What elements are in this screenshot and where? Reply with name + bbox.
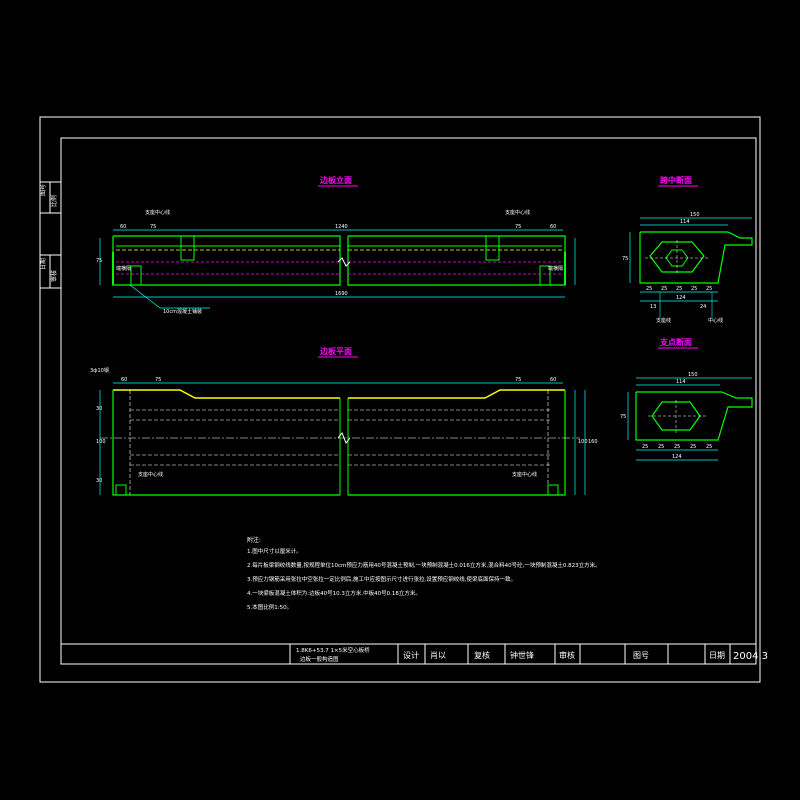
side-label-top-b: 比例: [50, 195, 58, 207]
review-label: 复核: [474, 650, 490, 660]
mid-label-a: 支座线: [656, 317, 671, 324]
title-project: 1.8K6+53.7 1×5米空心板桥: [296, 646, 370, 654]
elev-dim-5: 60: [550, 224, 556, 230]
note-line-3: 3.预应力钢筋采用张拉中空张拉一定比例后,施工中应按图示尺寸进行张拉,设置预应钢…: [247, 575, 516, 583]
plan-dim-left-3: 30: [96, 478, 102, 484]
plan-dim-1: 60: [121, 377, 127, 383]
elevation-title: 边板立面: [319, 175, 352, 185]
side-label-bot-a: 日期: [39, 258, 47, 270]
review-signature: 钟世锋: [510, 650, 534, 660]
sup-dim-b3: 25: [674, 444, 680, 450]
plan-dim-left-1: 30: [96, 406, 102, 412]
mid-section-view: 跨中断面 150 114 75 25 25 25 25 25 124 13 24…: [622, 175, 753, 324]
mid-dim-b4: 25: [691, 286, 697, 292]
elev-dim-3: 1240: [335, 224, 348, 230]
note-line-1: 1.图中尺寸以厘米计。: [247, 547, 302, 555]
sup-dim-top: 150: [688, 372, 698, 378]
design-label: 设计: [403, 650, 419, 660]
note-line-5: 5.本图比例1:50。: [247, 603, 292, 611]
elev-dim-4: 75: [515, 224, 521, 230]
sup-dim-b4: 25: [690, 444, 696, 450]
support-section-title: 支点断面: [659, 337, 692, 347]
mid-dim-b2: 25: [661, 286, 667, 292]
side-label-bot-b: 审核: [50, 270, 58, 282]
mid-dim-b3: 25: [676, 286, 682, 292]
date-label: 日期: [709, 651, 725, 660]
dwg-no-label: 图号: [633, 651, 649, 660]
elev-dim-height: 75: [96, 258, 102, 264]
inner-frame: [60, 137, 757, 665]
note-line-2: 2.每片板梁钢绞线数量,按规程单位10cm预应力筋用40号混凝土预制,一块预制混…: [247, 561, 601, 569]
plan-dim-right-2: 160: [588, 439, 598, 445]
elev-leader-label: 10cm混凝土铺装: [163, 308, 202, 315]
mid-label-b: 中心线: [708, 317, 723, 324]
elev-dim-total: 1690: [335, 291, 348, 297]
drawing-sheet: 图号 比例 日期 审核 边板立面 60 75 1240 75 60 支座中心线 …: [39, 116, 768, 683]
plan-dim-3: 75: [515, 377, 521, 383]
elev-label-left-end: 端横隔: [116, 265, 131, 272]
mid-section-title: 跨中断面: [660, 175, 692, 185]
date-value: 2004.3: [733, 651, 768, 662]
sup-dim-left: 75: [620, 414, 626, 420]
left-side-block: 图号 比例 日期 审核: [39, 181, 61, 289]
sup-dim-inner: 114: [676, 379, 686, 385]
mid-dim-b5: 25: [706, 286, 712, 292]
elev-label-right-end: 端横隔: [548, 265, 563, 272]
support-section-view: 支点断面 150 114 75 25 25 25 25 25 124: [620, 337, 753, 461]
mid-dim-bottom-total: 124: [676, 295, 686, 301]
title-drawing: 边板一般构造图: [300, 655, 339, 663]
mid-dim-bottom-c: 24: [700, 304, 706, 310]
elevation-view: 边板立面 60 75 1240 75 60 支座中心线 支座中心线 端横隔 端横…: [96, 175, 576, 315]
plan-dim-2: 75: [155, 377, 161, 383]
plan-dim-4: 60: [550, 377, 556, 383]
sup-dim-b5: 25: [706, 444, 712, 450]
notes-block: 附注: 1.图中尺寸以厘米计。 2.每片板梁钢绞线数量,按规程单位10cm预应力…: [247, 536, 601, 611]
plan-label-support-left: 支座中心线: [138, 471, 163, 478]
notes-heading: 附注:: [247, 536, 261, 544]
mid-dim-top: 150: [690, 212, 700, 218]
mid-dim-b1: 25: [646, 286, 652, 292]
sup-dim-bottom-total: 124: [672, 454, 682, 460]
side-label-top-a: 图号: [40, 184, 47, 196]
elev-label-right-center: 支座中心线: [505, 209, 530, 216]
note-line-4: 4.一块梁板混凝土体积为:边板40号10.3立方米,中板40号0.18立方米。: [247, 589, 421, 597]
outer-frame: [39, 116, 761, 683]
plan-dim-left-2: 100: [96, 439, 106, 445]
mid-dim-left: 75: [622, 256, 628, 262]
elev-dim-1: 60: [120, 224, 126, 230]
sup-dim-b1: 25: [642, 444, 648, 450]
plan-title: 边板平面: [319, 346, 352, 356]
plan-label-support-right: 支座中心线: [512, 471, 537, 478]
mid-dim-inner: 114: [680, 219, 690, 225]
sup-dim-b2: 25: [658, 444, 664, 450]
plan-dim-right-1: 100: [578, 439, 588, 445]
design-signature: 肖以: [430, 650, 446, 660]
plan-label-tl: 3ф10钢: [90, 367, 109, 374]
title-block: 1.8K6+53.7 1×5米空心板桥 边板一般构造图 设计 肖以 复核 钟世锋…: [61, 643, 768, 664]
approve-label: 审核: [559, 650, 575, 660]
elev-label-left-center: 支座中心线: [145, 209, 170, 216]
elev-dim-2: 75: [150, 224, 156, 230]
plan-view: 边板平面 3ф10钢 60 75 75 60 30 100 30 100 160…: [90, 346, 598, 496]
mid-dim-bottom-b: 13: [650, 304, 656, 310]
